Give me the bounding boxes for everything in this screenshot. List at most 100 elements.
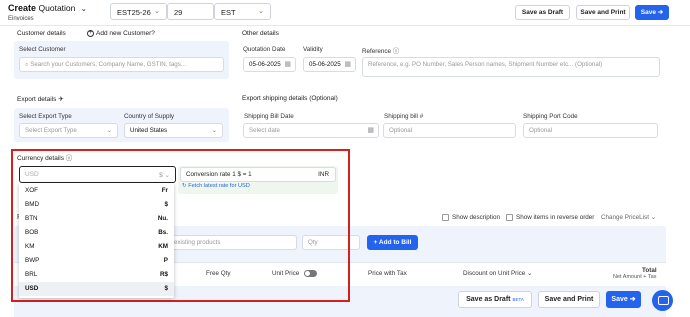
arrow-right-icon: ➔ bbox=[629, 296, 636, 303]
shipping-port-code-input[interactable]: Optional bbox=[523, 123, 658, 138]
calendar-icon: ▦ bbox=[284, 61, 291, 68]
conversion-unit: INR bbox=[318, 171, 329, 178]
currency-code: BMD bbox=[25, 201, 39, 208]
footer-save-label: Save bbox=[611, 296, 628, 303]
currency-option-selected[interactable]: USD $ bbox=[19, 282, 174, 296]
currency-symbol: R$ bbox=[159, 271, 168, 278]
show-reverse-label: Show items in reverse order bbox=[516, 214, 595, 222]
series-value: EST25-26 bbox=[117, 8, 151, 17]
info-icon: ⓘ bbox=[65, 155, 73, 162]
currency-code: BWP bbox=[25, 257, 40, 264]
other-details-title: Other details bbox=[242, 30, 279, 37]
country-of-supply-select[interactable]: United States ⌄ bbox=[124, 123, 223, 138]
currency-code: BRL bbox=[25, 271, 38, 278]
currency-section-label: Currency details bbox=[17, 155, 64, 162]
col-price-with-tax: Price with Tax bbox=[368, 270, 407, 277]
top-bar: Create Quotation ⌄ Einvoices EST25-26 ⌄ … bbox=[0, 0, 690, 26]
save-and-print-button[interactable]: Save and Print bbox=[576, 5, 630, 20]
checkbox-icon bbox=[506, 214, 513, 221]
currency-symbol: Bs. bbox=[158, 229, 168, 236]
plane-icon: ✈ bbox=[58, 96, 64, 103]
col-total: Total bbox=[642, 267, 657, 274]
export-type-select[interactable]: Select Export Type ⌄ bbox=[19, 123, 118, 138]
save-as-draft-button[interactable]: Save as Draft bbox=[515, 5, 570, 20]
chevron-down-icon: ⌄ bbox=[154, 8, 160, 15]
customer-search-placeholder: Search your Customers, Company Name, GST… bbox=[30, 61, 186, 68]
page-title[interactable]: Create Quotation ⌄ bbox=[8, 3, 87, 13]
document-number-value: 29 bbox=[174, 8, 183, 17]
currency-search-input[interactable]: USD $ ⌄ bbox=[19, 166, 176, 183]
validity-date-input[interactable]: 05-06-2025 ▦ bbox=[303, 57, 356, 72]
plus-icon: + bbox=[87, 30, 94, 37]
currency-option[interactable]: BMD $ bbox=[19, 198, 174, 212]
add-new-customer-link[interactable]: + Add new Customer? bbox=[87, 30, 155, 37]
discount-basis-select[interactable]: Unit Price ⌄ bbox=[498, 270, 532, 277]
search-icon: ⌕ bbox=[25, 61, 29, 68]
currency-option[interactable]: BWP P bbox=[19, 254, 174, 268]
shipping-bill-number-label: Shipping bill # bbox=[384, 113, 424, 120]
prefix-select[interactable]: EST ⌄ bbox=[214, 3, 271, 20]
change-pricelist-select[interactable]: Change PriceList ⌄ bbox=[601, 214, 656, 221]
currency-symbol: $ bbox=[164, 285, 168, 292]
show-reverse-checkbox[interactable]: Show items in reverse order bbox=[506, 214, 594, 221]
checkbox-icon bbox=[442, 214, 449, 221]
currency-search-value: USD bbox=[25, 171, 39, 178]
info-icon: ⓘ bbox=[392, 48, 400, 55]
export-section-title: Export details ✈ bbox=[17, 95, 64, 103]
quotation-date-label: Quotation Date bbox=[243, 46, 286, 53]
show-description-label: Show description bbox=[452, 214, 500, 222]
quotation-date-value: 05-06-2025 bbox=[249, 61, 281, 68]
validity-date-value: 05-06-2025 bbox=[309, 61, 341, 68]
select-customer-label: Select Customer bbox=[19, 46, 66, 53]
shipping-bill-date-placeholder: Select date bbox=[249, 127, 280, 134]
chat-icon[interactable] bbox=[652, 290, 673, 311]
footer-save-as-draft-button[interactable]: Save as Draft BETA bbox=[458, 291, 532, 308]
shipping-bill-date-label: Shipping Bill Date bbox=[244, 113, 294, 120]
country-of-supply-label: Country of Supply bbox=[124, 113, 175, 120]
currency-option[interactable]: KM KM bbox=[19, 240, 174, 254]
save-button-label: Save bbox=[640, 9, 656, 16]
currency-search-symbol: $ ⌄ bbox=[159, 172, 170, 179]
currency-code: KM bbox=[25, 243, 35, 250]
currency-symbol: $ bbox=[164, 201, 168, 208]
chevron-down-icon[interactable]: ⌄ bbox=[81, 6, 87, 13]
beta-badge: BETA bbox=[512, 297, 524, 302]
prefix-value: EST bbox=[221, 8, 236, 17]
currency-option[interactable]: BRL R$ bbox=[19, 268, 174, 282]
series-select[interactable]: EST25-26 ⌄ bbox=[110, 3, 167, 20]
footer-save-and-print-button[interactable]: Save and Print bbox=[538, 291, 600, 308]
document-type: Quotation bbox=[38, 3, 76, 13]
fetch-latest-rate-label: Fetch latest rate for USD bbox=[188, 183, 250, 189]
currency-symbol-text: $ bbox=[159, 172, 163, 179]
reference-label-text: Reference bbox=[362, 48, 392, 55]
shipping-bill-number-input[interactable]: Optional bbox=[383, 123, 516, 138]
page-title-main: Create bbox=[8, 3, 37, 13]
col-total-subtitle: Net Amount + Tax bbox=[613, 274, 657, 280]
chevron-down-icon: ⌄ bbox=[211, 127, 217, 134]
fetch-latest-rate-link[interactable]: ↻ Fetch latest rate for USD bbox=[182, 183, 250, 189]
reference-textarea[interactable]: Reference, e.g. PO Number, Sales Person … bbox=[362, 57, 660, 77]
shipping-bill-date-input[interactable]: Select date ▦ bbox=[243, 123, 379, 138]
customer-section-title: Customer details bbox=[17, 30, 66, 37]
export-section-label: Export details bbox=[17, 96, 57, 103]
save-button[interactable]: Save ➔ bbox=[635, 5, 669, 20]
conversion-rate-value: 1 bbox=[248, 171, 252, 178]
currency-option[interactable]: XOF Fr bbox=[19, 184, 174, 198]
export-type-label: Select Export Type bbox=[19, 113, 72, 120]
conversion-rate-input[interactable]: Conversion rate 1 $ = 1 INR bbox=[180, 167, 336, 182]
reference-label: Reference ⓘ bbox=[362, 46, 399, 55]
currency-section-title: Currency details ⓘ bbox=[17, 152, 72, 162]
currency-option[interactable]: BTN Nu. bbox=[19, 212, 174, 226]
currency-option[interactable]: BOB Bs. bbox=[19, 226, 174, 240]
document-number-input[interactable]: 29 bbox=[167, 3, 214, 20]
footer-save-as-draft-label: Save as Draft bbox=[466, 296, 511, 303]
show-description-checkbox[interactable]: Show description bbox=[442, 214, 500, 221]
add-to-bill-button[interactable]: + Add to Bill bbox=[367, 235, 418, 250]
currency-code: BTN bbox=[25, 215, 38, 222]
currency-code: USD bbox=[25, 285, 39, 292]
customer-search-input[interactable]: ⌕ Search your Customers, Company Name, G… bbox=[19, 57, 224, 72]
quotation-date-input[interactable]: 05-06-2025 ▦ bbox=[243, 57, 296, 72]
validity-label: Validity bbox=[303, 46, 323, 53]
footer-save-button[interactable]: Save ➔ bbox=[606, 291, 641, 308]
change-pricelist-label: Change PriceList bbox=[601, 214, 649, 221]
